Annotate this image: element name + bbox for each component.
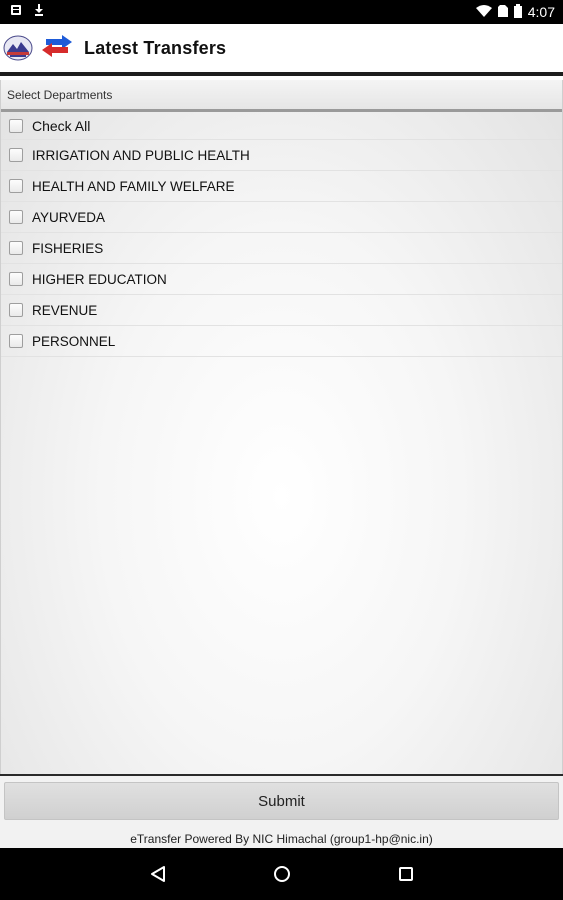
navigation-bar	[0, 848, 563, 900]
department-checkbox[interactable]	[9, 179, 23, 193]
recents-icon[interactable]	[386, 854, 426, 894]
department-checkbox[interactable]	[9, 272, 23, 286]
check-all-item[interactable]: Check All	[1, 112, 562, 140]
department-label: AYURVEDA	[32, 209, 106, 225]
department-checkbox[interactable]	[9, 303, 23, 317]
department-checkbox[interactable]	[9, 148, 23, 162]
department-label: FISHERIES	[32, 240, 104, 256]
hp-logo-icon	[3, 35, 33, 61]
department-item-revenue[interactable]: REVENUE	[1, 295, 562, 326]
department-item-health[interactable]: HEALTH AND FAMILY WELFARE	[1, 171, 562, 202]
app-bar: Latest Transfers	[0, 24, 563, 76]
check-all-checkbox[interactable]	[9, 118, 23, 133]
check-all-label: Check All	[32, 117, 91, 134]
department-checkbox[interactable]	[9, 334, 23, 348]
status-left	[10, 3, 44, 21]
department-checkbox[interactable]	[9, 241, 23, 255]
department-list: Check All IRRIGATION AND PUBLIC HEALTH H…	[1, 112, 562, 357]
footer-credit: eTransfer Powered By NIC Himachal (group…	[130, 832, 433, 846]
department-label: HEALTH AND FAMILY WELFARE	[32, 178, 235, 194]
departments-panel: Select Departments Check All IRRIGATION …	[0, 80, 563, 774]
department-item-ayurveda[interactable]: AYURVEDA	[1, 202, 562, 233]
department-label: IRRIGATION AND PUBLIC HEALTH	[32, 147, 250, 163]
transfer-arrows-icon	[40, 35, 74, 61]
submit-button[interactable]: Submit	[4, 782, 559, 820]
department-item-fisheries[interactable]: FISHERIES	[1, 233, 562, 264]
department-label: PERSONNEL	[32, 333, 116, 349]
back-icon[interactable]	[138, 854, 178, 894]
notification-icon	[10, 3, 22, 21]
status-right: 4:07	[475, 3, 555, 21]
home-icon[interactable]	[262, 854, 302, 894]
footer-area: Submit eTransfer Powered By NIC Himachal…	[0, 774, 563, 848]
status-time: 4:07	[527, 4, 555, 20]
section-header: Select Departments	[1, 80, 562, 112]
wifi-icon	[475, 4, 492, 20]
download-icon	[34, 3, 44, 21]
department-item-irrigation[interactable]: IRRIGATION AND PUBLIC HEALTH	[1, 140, 562, 171]
sim-icon	[497, 4, 508, 20]
page-title: Latest Transfers	[84, 37, 227, 58]
department-item-higher-education[interactable]: HIGHER EDUCATION	[1, 264, 562, 295]
battery-icon	[513, 3, 522, 21]
department-label: HIGHER EDUCATION	[32, 271, 167, 287]
department-label: REVENUE	[32, 302, 98, 318]
department-item-personnel[interactable]: PERSONNEL	[1, 326, 562, 357]
department-checkbox[interactable]	[9, 210, 23, 224]
status-bar: 4:07	[0, 0, 563, 24]
